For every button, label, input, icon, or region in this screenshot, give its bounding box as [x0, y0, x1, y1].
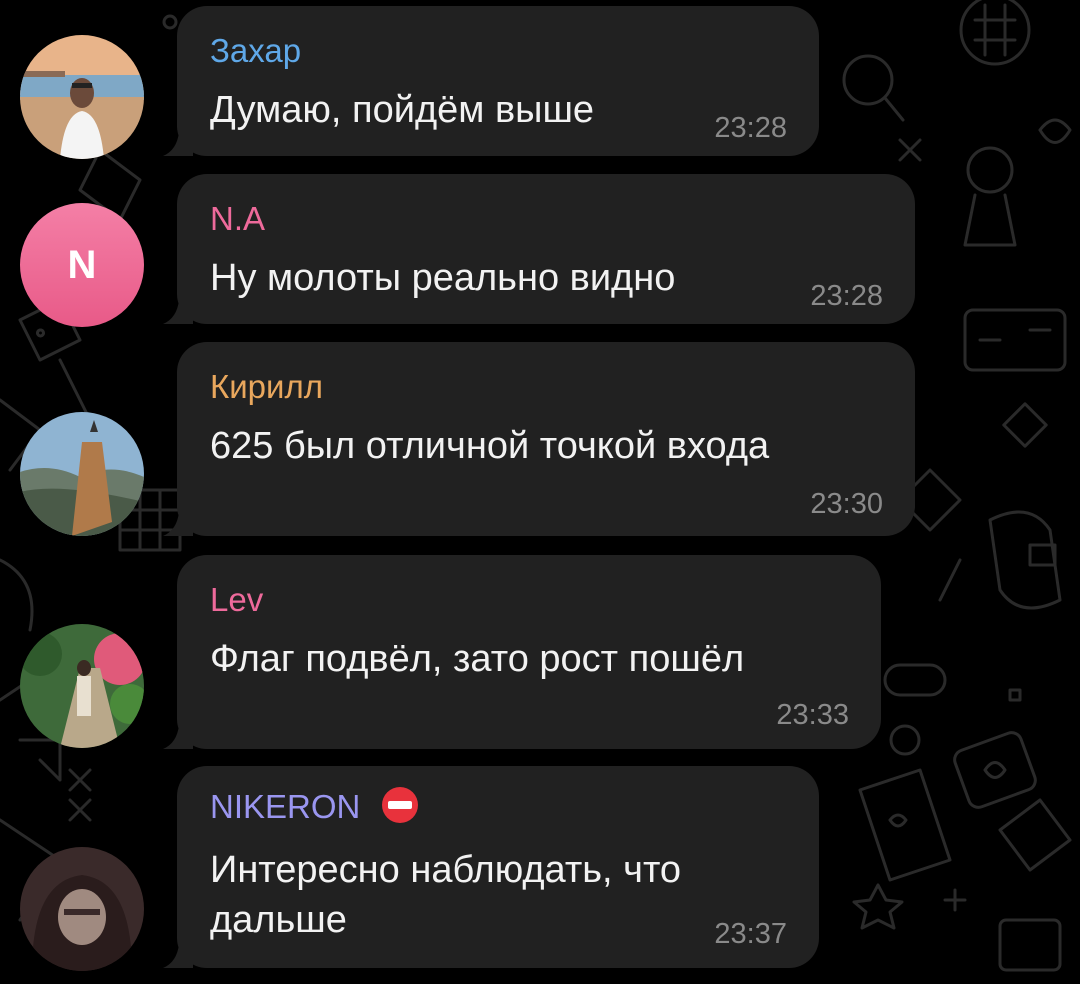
message-time: 23:37	[714, 918, 787, 950]
message-text-line-2: дальше	[210, 899, 347, 941]
sender-name[interactable]: Захар	[210, 32, 301, 70]
bubble-tail	[163, 512, 193, 536]
hooded-person-photo-icon	[20, 847, 144, 971]
avatar[interactable]	[20, 35, 144, 159]
avatar[interactable]	[20, 412, 144, 536]
message-text: Думаю, пойдём выше	[210, 89, 595, 131]
cliff-photo-icon	[20, 412, 144, 536]
bubble-tail	[163, 944, 193, 968]
avatar[interactable]	[20, 624, 144, 748]
no-entry-icon	[381, 787, 418, 824]
bubble-tail	[163, 725, 193, 749]
message-bubble[interactable]: Lev Флаг подвёл, зато рост пошёл 23:33	[163, 555, 881, 749]
sender-name[interactable]: Кирилл	[210, 368, 323, 406]
sender-name[interactable]: NIKERON	[210, 787, 420, 829]
message-text-line-1: Интересно наблюдать, что	[210, 849, 682, 891]
sender-name[interactable]: N.A	[210, 200, 265, 238]
avatar[interactable]: N	[20, 203, 144, 327]
sender-name[interactable]: Lev	[210, 581, 263, 619]
bubble-tail	[163, 132, 193, 156]
avatar-initial: N	[20, 203, 144, 327]
sender-label: NIKERON	[210, 788, 361, 825]
message-bubble[interactable]: NIKERON Интересно наблюдать, что дальше …	[163, 766, 819, 968]
message-time: 23:30	[810, 488, 883, 520]
avatar[interactable]	[20, 847, 144, 971]
message-text: Ну молоты реально видно	[210, 257, 676, 299]
message-bubble[interactable]: N.A Ну молоты реально видно 23:28	[163, 174, 915, 324]
message-time: 23:28	[810, 280, 883, 312]
message-time: 23:28	[714, 112, 787, 144]
beach-photo-icon	[20, 35, 144, 159]
message-bubble[interactable]: Захар Думаю, пойдём выше 23:28	[163, 6, 819, 156]
message-bubble[interactable]: Кирилл 625 был отличной точкой входа 23:…	[163, 342, 915, 536]
garden-photo-icon	[20, 624, 144, 748]
bubble-tail	[163, 300, 193, 324]
message-text: Флаг подвёл, зато рост пошёл	[210, 638, 745, 680]
message-text: 625 был отличной точкой входа	[210, 425, 770, 467]
message-time: 23:33	[776, 699, 849, 731]
